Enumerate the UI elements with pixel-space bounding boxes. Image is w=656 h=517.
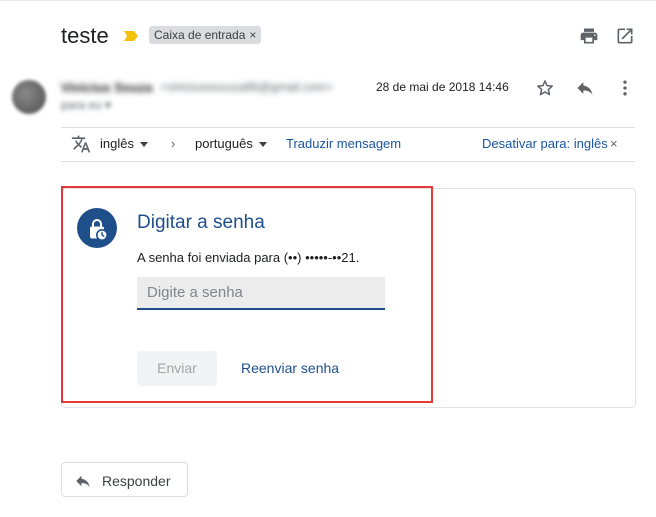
more-vert-icon[interactable] <box>615 78 635 98</box>
star-icon[interactable] <box>535 78 555 98</box>
reply-button-label: Responder <box>102 473 171 489</box>
lock-clock-icon <box>90 219 108 241</box>
reply-icon <box>76 475 90 487</box>
chevron-down-icon <box>139 142 148 148</box>
lock-badge <box>77 208 117 248</box>
message-date: 28 de mai de 2018 14:46 <box>376 80 509 94</box>
recipients-toggle[interactable]: para eu ▾ <box>61 98 111 112</box>
source-language-select[interactable]: inglês <box>100 136 148 151</box>
translate-message-link[interactable]: Traduzir mensagem <box>286 136 401 151</box>
target-language-select[interactable]: português <box>195 136 267 151</box>
top-divider <box>0 0 656 1</box>
disable-translation-link[interactable]: Desativar para: inglês <box>482 136 608 151</box>
sender-email: <viniciusesouza86@gmail.com> <box>160 80 333 94</box>
resend-password-link[interactable]: Reenviar senha <box>241 360 339 376</box>
card-title: Digitar a senha <box>137 212 265 233</box>
chevron-right-icon: › <box>171 136 176 151</box>
label-chip-text: Caixa de entrada <box>154 28 246 42</box>
open-new-window-icon[interactable] <box>615 26 635 46</box>
chevron-down-icon <box>258 142 267 148</box>
password-input[interactable] <box>137 277 385 310</box>
email-view: teste Caixa de entrada × Vinicius Souza <… <box>0 0 656 517</box>
translate-icon <box>71 135 91 153</box>
inbox-label-chip[interactable]: Caixa de entrada × <box>149 26 262 44</box>
remove-label-button[interactable]: × <box>249 28 256 42</box>
importance-marker-icon[interactable] <box>123 30 139 42</box>
target-language-label: português <box>195 136 253 151</box>
sender-name[interactable]: Vinicius Souza <box>61 80 153 95</box>
send-button[interactable]: Enviar <box>137 351 217 386</box>
close-translate-bar-button[interactable]: × <box>610 136 618 151</box>
reply-button[interactable]: Responder <box>61 462 188 497</box>
source-language-label: inglês <box>100 136 134 151</box>
card-description: A senha foi enviada para (••) •••••-••21… <box>137 250 360 265</box>
email-subject: teste <box>61 23 109 48</box>
print-icon[interactable] <box>579 26 599 46</box>
sender-avatar[interactable] <box>12 80 46 114</box>
reply-icon[interactable] <box>575 78 595 98</box>
